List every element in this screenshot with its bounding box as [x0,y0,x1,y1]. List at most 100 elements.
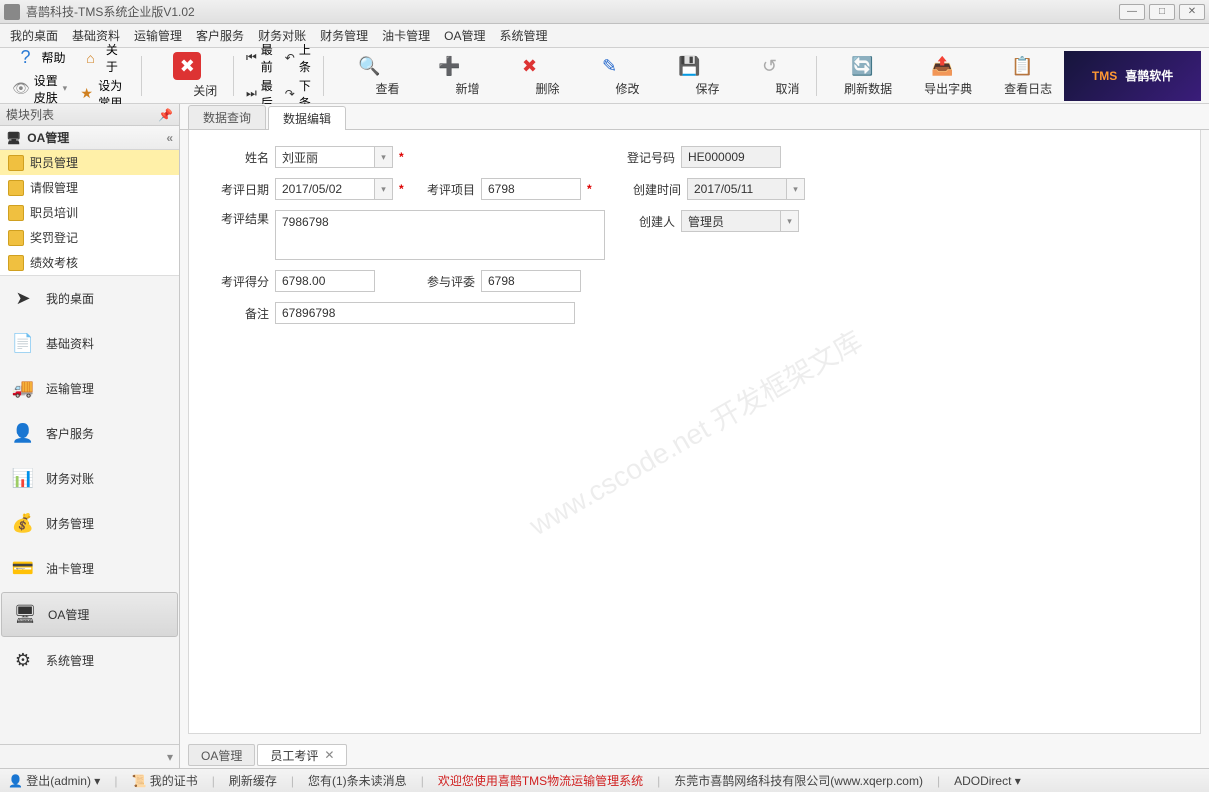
log-button[interactable]: 📋查看日志 [984,52,1060,99]
add-button[interactable]: ➕新增 [412,52,488,99]
creator-input [681,210,781,232]
required-marker: * [587,182,592,196]
minimize-button[interactable]: — [1119,4,1145,20]
next-icon: ↷ [285,87,295,101]
close-icon: ✖ [173,52,201,80]
nav-customer[interactable]: 👤客户服务 [0,411,179,456]
nav-fuel-card[interactable]: 💳油卡管理 [0,546,179,591]
menu-finance-mgmt[interactable]: 财务管理 [320,27,368,44]
chevron-down-icon[interactable]: ▾ [167,750,173,764]
help-icon: ? [14,46,38,70]
result-label: 考评结果 [209,210,269,227]
date-input[interactable] [275,178,375,200]
close-tab-icon[interactable]: ✕ [324,748,334,762]
remark-label: 备注 [209,305,269,322]
bottom-tab-oa[interactable]: OA管理 [188,744,255,766]
sidebar-header: 模块列表 📌 [0,104,179,126]
sidebar-section-oa[interactable]: 🖥OA管理« [0,126,179,150]
score-label: 考评得分 [209,273,269,290]
sidebar-tree: 职员管理 请假管理 职员培训 奖罚登记 绩效考核 [0,150,179,276]
nav-list: ➤我的桌面 📄基础资料 🚚运输管理 👤客户服务 📊财务对账 💰财务管理 💳油卡管… [0,276,179,744]
home-icon: ⌂ [79,46,102,70]
tree-item-performance[interactable]: 绩效考核 [0,250,179,275]
view-button[interactable]: 🔍查看 [332,52,408,99]
tab-data-query[interactable]: 数据查询 [188,105,266,129]
coins-icon: 💰 [10,512,36,534]
name-input[interactable] [275,146,375,168]
delete-button[interactable]: ✖删除 [492,52,568,99]
doc-icon: 📄 [10,332,36,354]
required-marker: * [399,182,404,196]
cursor-icon: ➤ [10,287,36,309]
first-button[interactable]: 最前 [261,41,273,75]
close-button[interactable]: ✖关闭 [149,50,225,101]
edit-icon: ✎ [598,54,622,78]
menu-system[interactable]: 系统管理 [499,27,547,44]
company-text: 东莞市喜鹊网络科技有限公司(www.xqerp.com) [674,772,923,789]
nav-transport[interactable]: 🚚运输管理 [0,366,179,411]
tree-item-employee[interactable]: 职员管理 [0,150,179,175]
menu-my-desktop[interactable]: 我的桌面 [10,27,58,44]
dropdown-icon: ▾ [787,178,805,200]
bottom-tab-evaluation[interactable]: 员工考评✕ [257,744,347,766]
dropdown-icon[interactable]: ▾ [375,178,393,200]
nav-basic-data[interactable]: 📄基础资料 [0,321,179,366]
project-label: 考评项目 [415,181,475,198]
bottom-tabs: OA管理 员工考评✕ [180,742,1209,768]
tree-item-training[interactable]: 职员培训 [0,200,179,225]
save-icon: 💾 [678,54,702,78]
score-input[interactable] [275,270,375,292]
table-icon: 📊 [10,467,36,489]
help-button[interactable]: 帮助 [42,49,66,66]
star-icon: ★ [79,82,94,106]
cancel-button[interactable]: ↺取消 [732,52,808,99]
ado-button[interactable]: ADODirect ▾ [954,774,1021,788]
save-button[interactable]: 💾保存 [652,52,728,99]
project-input[interactable] [481,178,581,200]
menu-fuel-card[interactable]: 油卡管理 [382,27,430,44]
edit-button[interactable]: ✎修改 [572,52,648,99]
person-icon: 👤 [10,422,36,444]
refresh-cache-button[interactable]: 刷新缓存 [229,772,277,789]
sidebar: 模块列表 📌 🖥OA管理« 职员管理 请假管理 职员培训 奖罚登记 绩效考核 ➤… [0,104,180,768]
nav-finance-mgmt[interactable]: 💰财务管理 [0,501,179,546]
name-label: 姓名 [209,149,269,166]
unread-messages[interactable]: 您有(1)条未读消息 [308,772,407,789]
menu-transport[interactable]: 运输管理 [134,27,182,44]
skin-button[interactable]: 设置皮肤 [34,72,59,106]
tree-item-reward[interactable]: 奖罚登记 [0,225,179,250]
result-input[interactable]: 7986798 [275,210,605,260]
truck-icon: 🚚 [10,377,36,399]
pin-icon[interactable]: 📌 [158,108,173,122]
menu-oa[interactable]: OA管理 [444,27,485,44]
created-input [687,178,787,200]
menu-customer[interactable]: 客户服务 [196,27,244,44]
folder-icon [8,180,24,196]
nav-system[interactable]: ⚙系统管理 [0,638,179,683]
creator-label: 创建人 [615,213,675,230]
delete-icon: ✖ [518,54,542,78]
judge-input[interactable] [481,270,581,292]
nav-finance-recon[interactable]: 📊财务对账 [0,456,179,501]
export-button[interactable]: 📤导出字典 [904,52,980,99]
skin-icon: 👁 [12,77,30,101]
my-cert-button[interactable]: 📜 我的证书 [131,772,197,789]
nav-oa[interactable]: 🖥OA管理 [1,592,178,637]
prev-button[interactable]: 上条 [299,41,311,75]
first-icon: ⏮ [246,50,257,65]
tree-item-leave[interactable]: 请假管理 [0,175,179,200]
welcome-text: 欢迎您使用喜鹊TMS物流运输管理系统 [438,772,643,789]
remark-input[interactable] [275,302,575,324]
maximize-button[interactable]: □ [1149,4,1175,20]
dropdown-icon[interactable]: ▾ [375,146,393,168]
about-button[interactable]: 关于 [106,41,129,75]
reg-label: 登记号码 [615,149,675,166]
logout-button[interactable]: 👤 登出(admin) ▾ [8,772,100,789]
refresh-button[interactable]: 🔄刷新数据 [824,52,900,99]
folder-icon [8,255,24,271]
tab-data-edit[interactable]: 数据编辑 [268,106,346,130]
close-window-button[interactable]: ✕ [1179,4,1205,20]
nav-my-desktop[interactable]: ➤我的桌面 [0,276,179,321]
folder-icon [8,155,24,171]
toolbar: ?帮助 👁设置皮肤▾ ⌂关于 ★设为常用 ✖关闭 ⏮最前 ⏭最后 ↶上条 ↷下条… [0,48,1209,104]
